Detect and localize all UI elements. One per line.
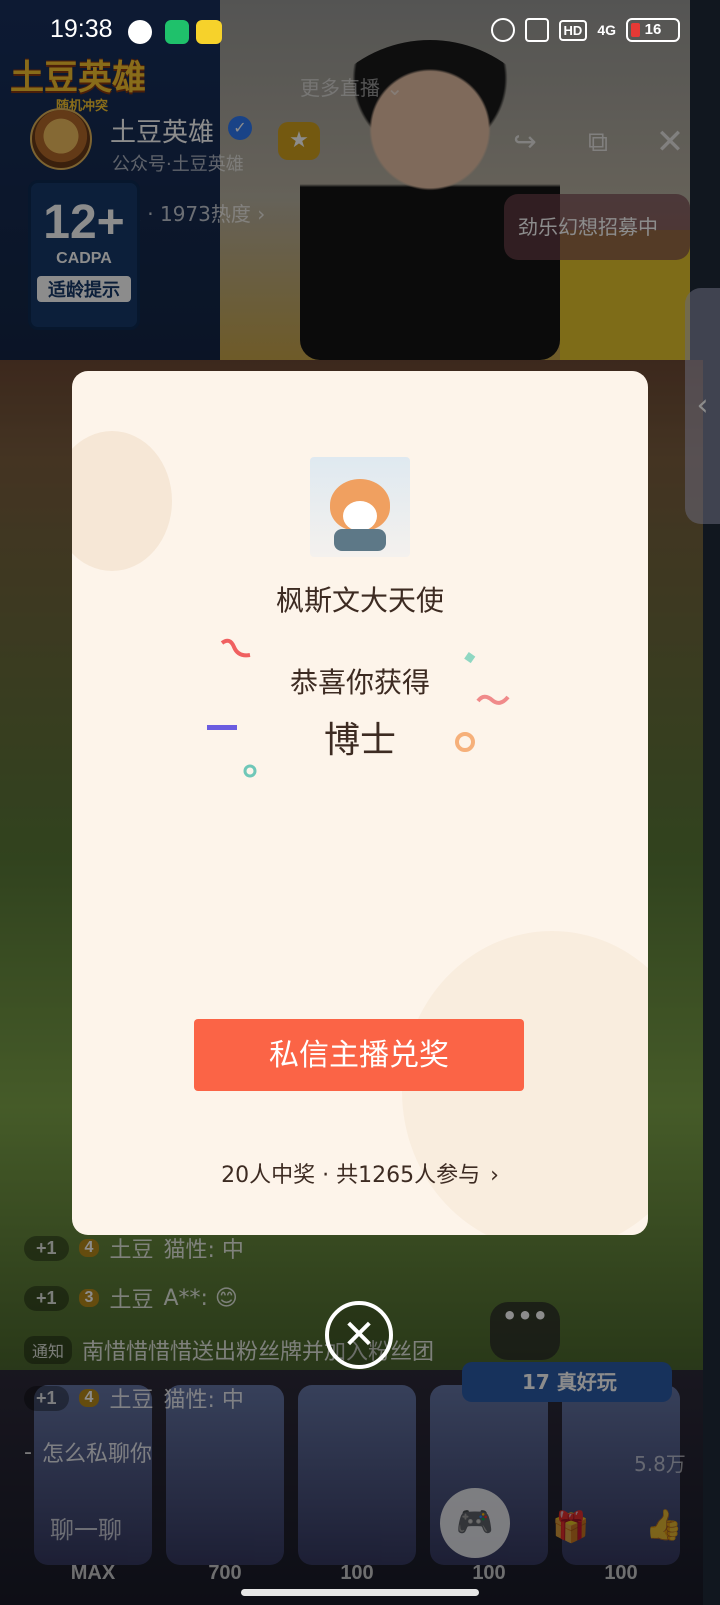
battery-indicator: 16 (626, 18, 680, 42)
decoration (72, 431, 172, 571)
winners-info-text: 20人中奖 · 共1265人参与 (221, 1163, 481, 1188)
claim-prize-button[interactable]: 私信主播兑奖 (194, 1019, 524, 1091)
winner-avatar (310, 457, 410, 557)
prize-dialog: 枫斯文大天使 恭喜你获得 博士 私信主播兑奖 20人中奖 · 共1265人参与 › (72, 371, 648, 1235)
modal-close-button[interactable]: ✕ (325, 1301, 393, 1369)
fox-face (343, 501, 377, 531)
fox-scarf (334, 529, 386, 551)
confetti (243, 764, 257, 778)
battery-app-icon (165, 20, 189, 44)
hd-badge: HD (558, 19, 588, 41)
status-time: 19:38 (50, 15, 113, 43)
wechat-icon (128, 20, 152, 44)
status-bar: 19:38 HD 4G 16 (0, 0, 720, 64)
prize-name: 博士 (323, 720, 396, 761)
winner-name: 枫斯文大天使 (275, 584, 444, 617)
alarm-icon (490, 18, 515, 42)
congrats-text: 恭喜你获得 (289, 666, 430, 699)
chevron-right-icon: › (490, 1163, 499, 1188)
home-indicator[interactable] (241, 1589, 479, 1596)
winners-info-link[interactable]: 20人中奖 · 共1265人参与 › (72, 1157, 648, 1189)
battery-level: 16 (644, 21, 662, 38)
app-notification-icon (196, 20, 222, 44)
mute-icon (524, 18, 549, 42)
signal-icon: 4G (597, 22, 616, 38)
